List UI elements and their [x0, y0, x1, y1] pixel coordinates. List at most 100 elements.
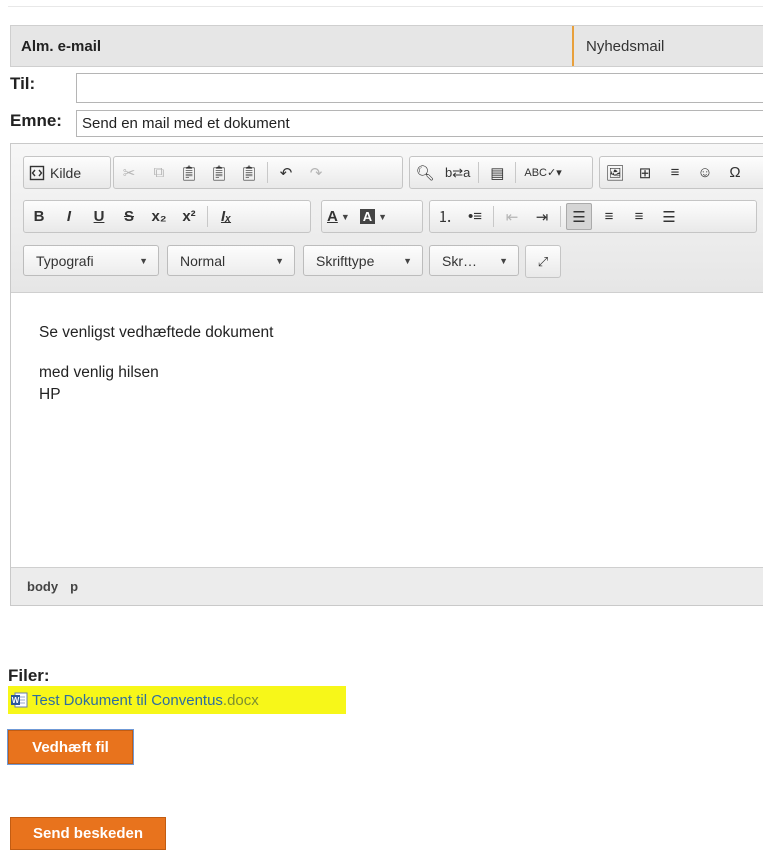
- tab-newsletter[interactable]: Nyhedsmail: [574, 26, 664, 66]
- files-label: Filer:: [8, 666, 50, 685]
- spellcheck-button[interactable]: ABC✓▾: [521, 159, 564, 186]
- maximize-icon: ⤢: [537, 253, 549, 269]
- subscript-button[interactable]: x₂: [146, 203, 172, 230]
- bold-button[interactable]: B: [26, 203, 52, 230]
- path-item-body[interactable]: body: [27, 579, 58, 594]
- scissors-icon: ✂: [122, 164, 136, 182]
- svg-text:W: W: [12, 696, 20, 705]
- numbered-list-button[interactable]: ⒈: [432, 203, 458, 230]
- format-combo-label: Typografi: [36, 252, 94, 269]
- paragraph-combo-label: Normal: [180, 252, 226, 269]
- copy-button[interactable]: ⧉: [146, 159, 172, 186]
- send-message-button[interactable]: Send beskeden: [10, 817, 166, 850]
- indent-icon: ⇥: [535, 208, 549, 226]
- paste-text-button[interactable]: 📋︎: [206, 159, 232, 186]
- file-name: Test Dokument til Conventus: [32, 691, 223, 709]
- separator: [515, 162, 517, 183]
- format-combo[interactable]: Typografi ▼: [23, 245, 159, 276]
- align-right-button[interactable]: ≡: [626, 203, 652, 230]
- search-group: 🔍︎ b⇄a ▤ ABC✓▾: [409, 156, 593, 189]
- maximize-group: ⤢: [525, 245, 561, 278]
- text-color-button[interactable]: A ▼: [324, 203, 353, 230]
- font-combo[interactable]: Skrifttype ▼: [303, 245, 423, 276]
- size-combo-label: Skr…: [442, 252, 477, 269]
- undo-button[interactable]: ↶: [273, 159, 299, 186]
- numbered-list-icon: ⒈: [437, 209, 453, 226]
- paste-button[interactable]: 📋︎: [176, 159, 202, 186]
- editor-content[interactable]: Se venligst vedhæftede dokument med venl…: [11, 292, 763, 568]
- element-path-bar: body p: [11, 567, 763, 605]
- justify-icon: ☰: [662, 208, 676, 226]
- underline-icon: U: [93, 208, 105, 225]
- smiley-icon: ☺: [697, 164, 713, 181]
- strike-button[interactable]: S: [116, 203, 142, 230]
- strike-icon: S: [123, 208, 134, 225]
- font-combo-label: Skrifttype: [316, 252, 375, 269]
- file-link[interactable]: Test Dokument til Conventus.docx: [32, 692, 259, 709]
- subject-row: Emne:: [10, 111, 62, 131]
- outdent-button[interactable]: ⇤: [499, 203, 525, 230]
- source-button[interactable]: Kilde: [26, 159, 84, 186]
- bg-color-icon: A: [359, 209, 376, 224]
- file-extension: .docx: [222, 691, 259, 709]
- italic-icon: I: [66, 208, 72, 225]
- redo-icon: ↷: [309, 164, 323, 182]
- bulleted-list-button[interactable]: •≡: [462, 203, 488, 230]
- redo-button[interactable]: ↷: [303, 159, 329, 186]
- size-combo[interactable]: Skr… ▼: [429, 245, 519, 276]
- paste-word-button[interactable]: 📋︎: [236, 159, 262, 186]
- body-paragraph: Se venligst vedhæftede dokument: [39, 324, 274, 341]
- align-center-button[interactable]: ≡: [596, 203, 622, 230]
- separator: [207, 206, 208, 227]
- tab-regular-email[interactable]: Alm. e-mail: [11, 26, 574, 66]
- clipboard-icon: 📋︎: [179, 164, 199, 182]
- remove-format-icon: Iₓ: [220, 208, 232, 225]
- body-paragraph: med venlig hilsen: [39, 364, 159, 381]
- path-item-p[interactable]: p: [70, 579, 78, 594]
- align-left-icon: ☰: [572, 208, 586, 226]
- chevron-down-icon: ▼: [378, 211, 388, 222]
- spellcheck-icon: ABC✓▾: [524, 167, 562, 179]
- replace-icon: b⇄a: [445, 164, 471, 180]
- underline-button[interactable]: U: [86, 203, 112, 230]
- horizontal-line-button[interactable]: ≡: [662, 159, 688, 186]
- search-icon: 🔍︎: [415, 164, 435, 182]
- chevron-down-icon: ▼: [499, 255, 508, 266]
- select-all-icon: ▤: [490, 164, 505, 182]
- maximize-button[interactable]: ⤢: [531, 248, 555, 275]
- cut-button[interactable]: ✂: [116, 159, 142, 186]
- special-char-button[interactable]: Ω: [722, 159, 748, 186]
- bulleted-list-icon: •≡: [467, 208, 482, 225]
- source-icon: [29, 165, 45, 180]
- italic-button[interactable]: I: [56, 203, 82, 230]
- colors-group: A ▼ A ▼: [321, 200, 423, 233]
- find-button[interactable]: 🔍︎: [412, 159, 438, 186]
- tab-label: Alm. e-mail: [21, 37, 102, 55]
- smiley-button[interactable]: ☺: [692, 159, 718, 186]
- copy-icon: ⧉: [153, 164, 165, 181]
- subject-input[interactable]: [76, 110, 763, 137]
- basic-styles-group: B I U S x₂ x² Iₓ: [23, 200, 311, 233]
- rich-text-editor: Kilde ✂ ⧉ 📋︎ 📋︎ 📋︎ ↶ ↷ 🔍︎ b⇄a ▤ ABC✓▾ 🖼︎…: [10, 143, 763, 606]
- undo-icon: ↶: [279, 164, 293, 182]
- bold-icon: B: [33, 208, 45, 225]
- separator: [560, 206, 561, 227]
- remove-format-button[interactable]: Iₓ: [213, 203, 239, 230]
- align-center-icon: ≡: [604, 208, 614, 225]
- outdent-icon: ⇤: [505, 208, 519, 226]
- attach-file-button[interactable]: Vedhæft fil: [7, 729, 134, 765]
- bg-color-button[interactable]: A ▼: [357, 203, 390, 230]
- paragraph-format-combo[interactable]: Normal ▼: [167, 245, 295, 276]
- body-paragraph: HP: [39, 386, 61, 403]
- justify-button[interactable]: ☰: [656, 203, 682, 230]
- to-input[interactable]: [76, 73, 763, 103]
- superscript-button[interactable]: x²: [176, 203, 202, 230]
- editor-toolbar: Kilde ✂ ⧉ 📋︎ 📋︎ 📋︎ ↶ ↷ 🔍︎ b⇄a ▤ ABC✓▾ 🖼︎…: [11, 144, 763, 293]
- replace-button[interactable]: b⇄a: [442, 159, 473, 186]
- select-all-button[interactable]: ▤: [484, 159, 510, 186]
- image-button[interactable]: 🖼︎: [602, 159, 628, 186]
- align-left-button[interactable]: ☰: [566, 203, 592, 230]
- clipboard-group: ✂ ⧉ 📋︎ 📋︎ 📋︎ ↶ ↷: [113, 156, 403, 189]
- indent-button[interactable]: ⇥: [529, 203, 555, 230]
- table-button[interactable]: ⊞: [632, 159, 658, 186]
